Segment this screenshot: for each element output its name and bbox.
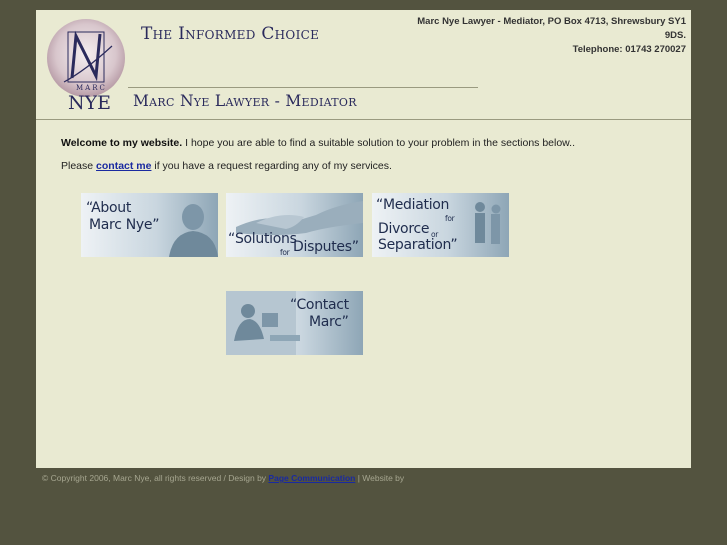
welcome-text: I hope you are able to find a suitable s… [182, 137, 576, 149]
site-title: Marc Nye Lawyer - Mediator [133, 92, 357, 110]
contact-line1: “Contact [290, 297, 349, 313]
solutions-word2: Disputes” [293, 239, 359, 255]
footer: © Copyright 2006, Marc Nye, all rights r… [42, 473, 404, 483]
please-prefix: Please [61, 160, 97, 172]
footer-website-by: | Website by [355, 473, 405, 483]
contact-me-link[interactable]: contact me [96, 160, 151, 172]
header-separator [36, 119, 691, 120]
design-credit-link[interactable]: Page Communication [268, 473, 355, 483]
header-divider [128, 87, 478, 88]
contact-line2: Marc” [309, 314, 349, 330]
contact-prompt: Please contact me if you have a request … [61, 160, 392, 172]
welcome-bold: Welcome to my website. [61, 137, 183, 149]
about-line2: Marc Nye” [89, 217, 160, 233]
footer-copyright: © Copyright 2006, Marc Nye, all rights r… [42, 473, 269, 483]
solutions-for-disputes-button[interactable]: “Solutions for Disputes” [226, 193, 363, 257]
welcome-message: Welcome to my website. I hope you are ab… [61, 137, 575, 149]
about-marc-nye-button[interactable]: “About Marc Nye” [81, 193, 218, 257]
about-line1: “About [86, 200, 132, 216]
mediation-line1: “Mediation [376, 197, 450, 213]
mediation-line2: Divorce [378, 221, 430, 237]
address-text: Marc Nye Lawyer - Mediator, PO Box 4713,… [417, 16, 686, 41]
page-container: MARC NYE The Informed Choice Marc Nye La… [36, 10, 691, 468]
contact-address-block: Marc Nye Lawyer - Mediator, PO Box 4713,… [396, 15, 686, 57]
please-suffix: if you have a request regarding any of m… [151, 160, 392, 172]
site-tagline: The Informed Choice [141, 24, 320, 44]
logo-text-top: MARC [76, 84, 107, 92]
solutions-small: for [280, 248, 290, 257]
logo[interactable]: MARC NYE [46, 18, 126, 116]
mediation-divorce-separation-button[interactable]: “Mediation for Divorce or Separation” [372, 193, 509, 257]
mediation-small1: for [445, 214, 455, 223]
telephone-text: Telephone: 01743 270027 [572, 44, 686, 55]
mediation-line3: Separation” [378, 237, 458, 253]
logo-text-bottom: NYE [68, 92, 112, 114]
contact-marc-button[interactable]: “Contact Marc” [226, 291, 363, 355]
